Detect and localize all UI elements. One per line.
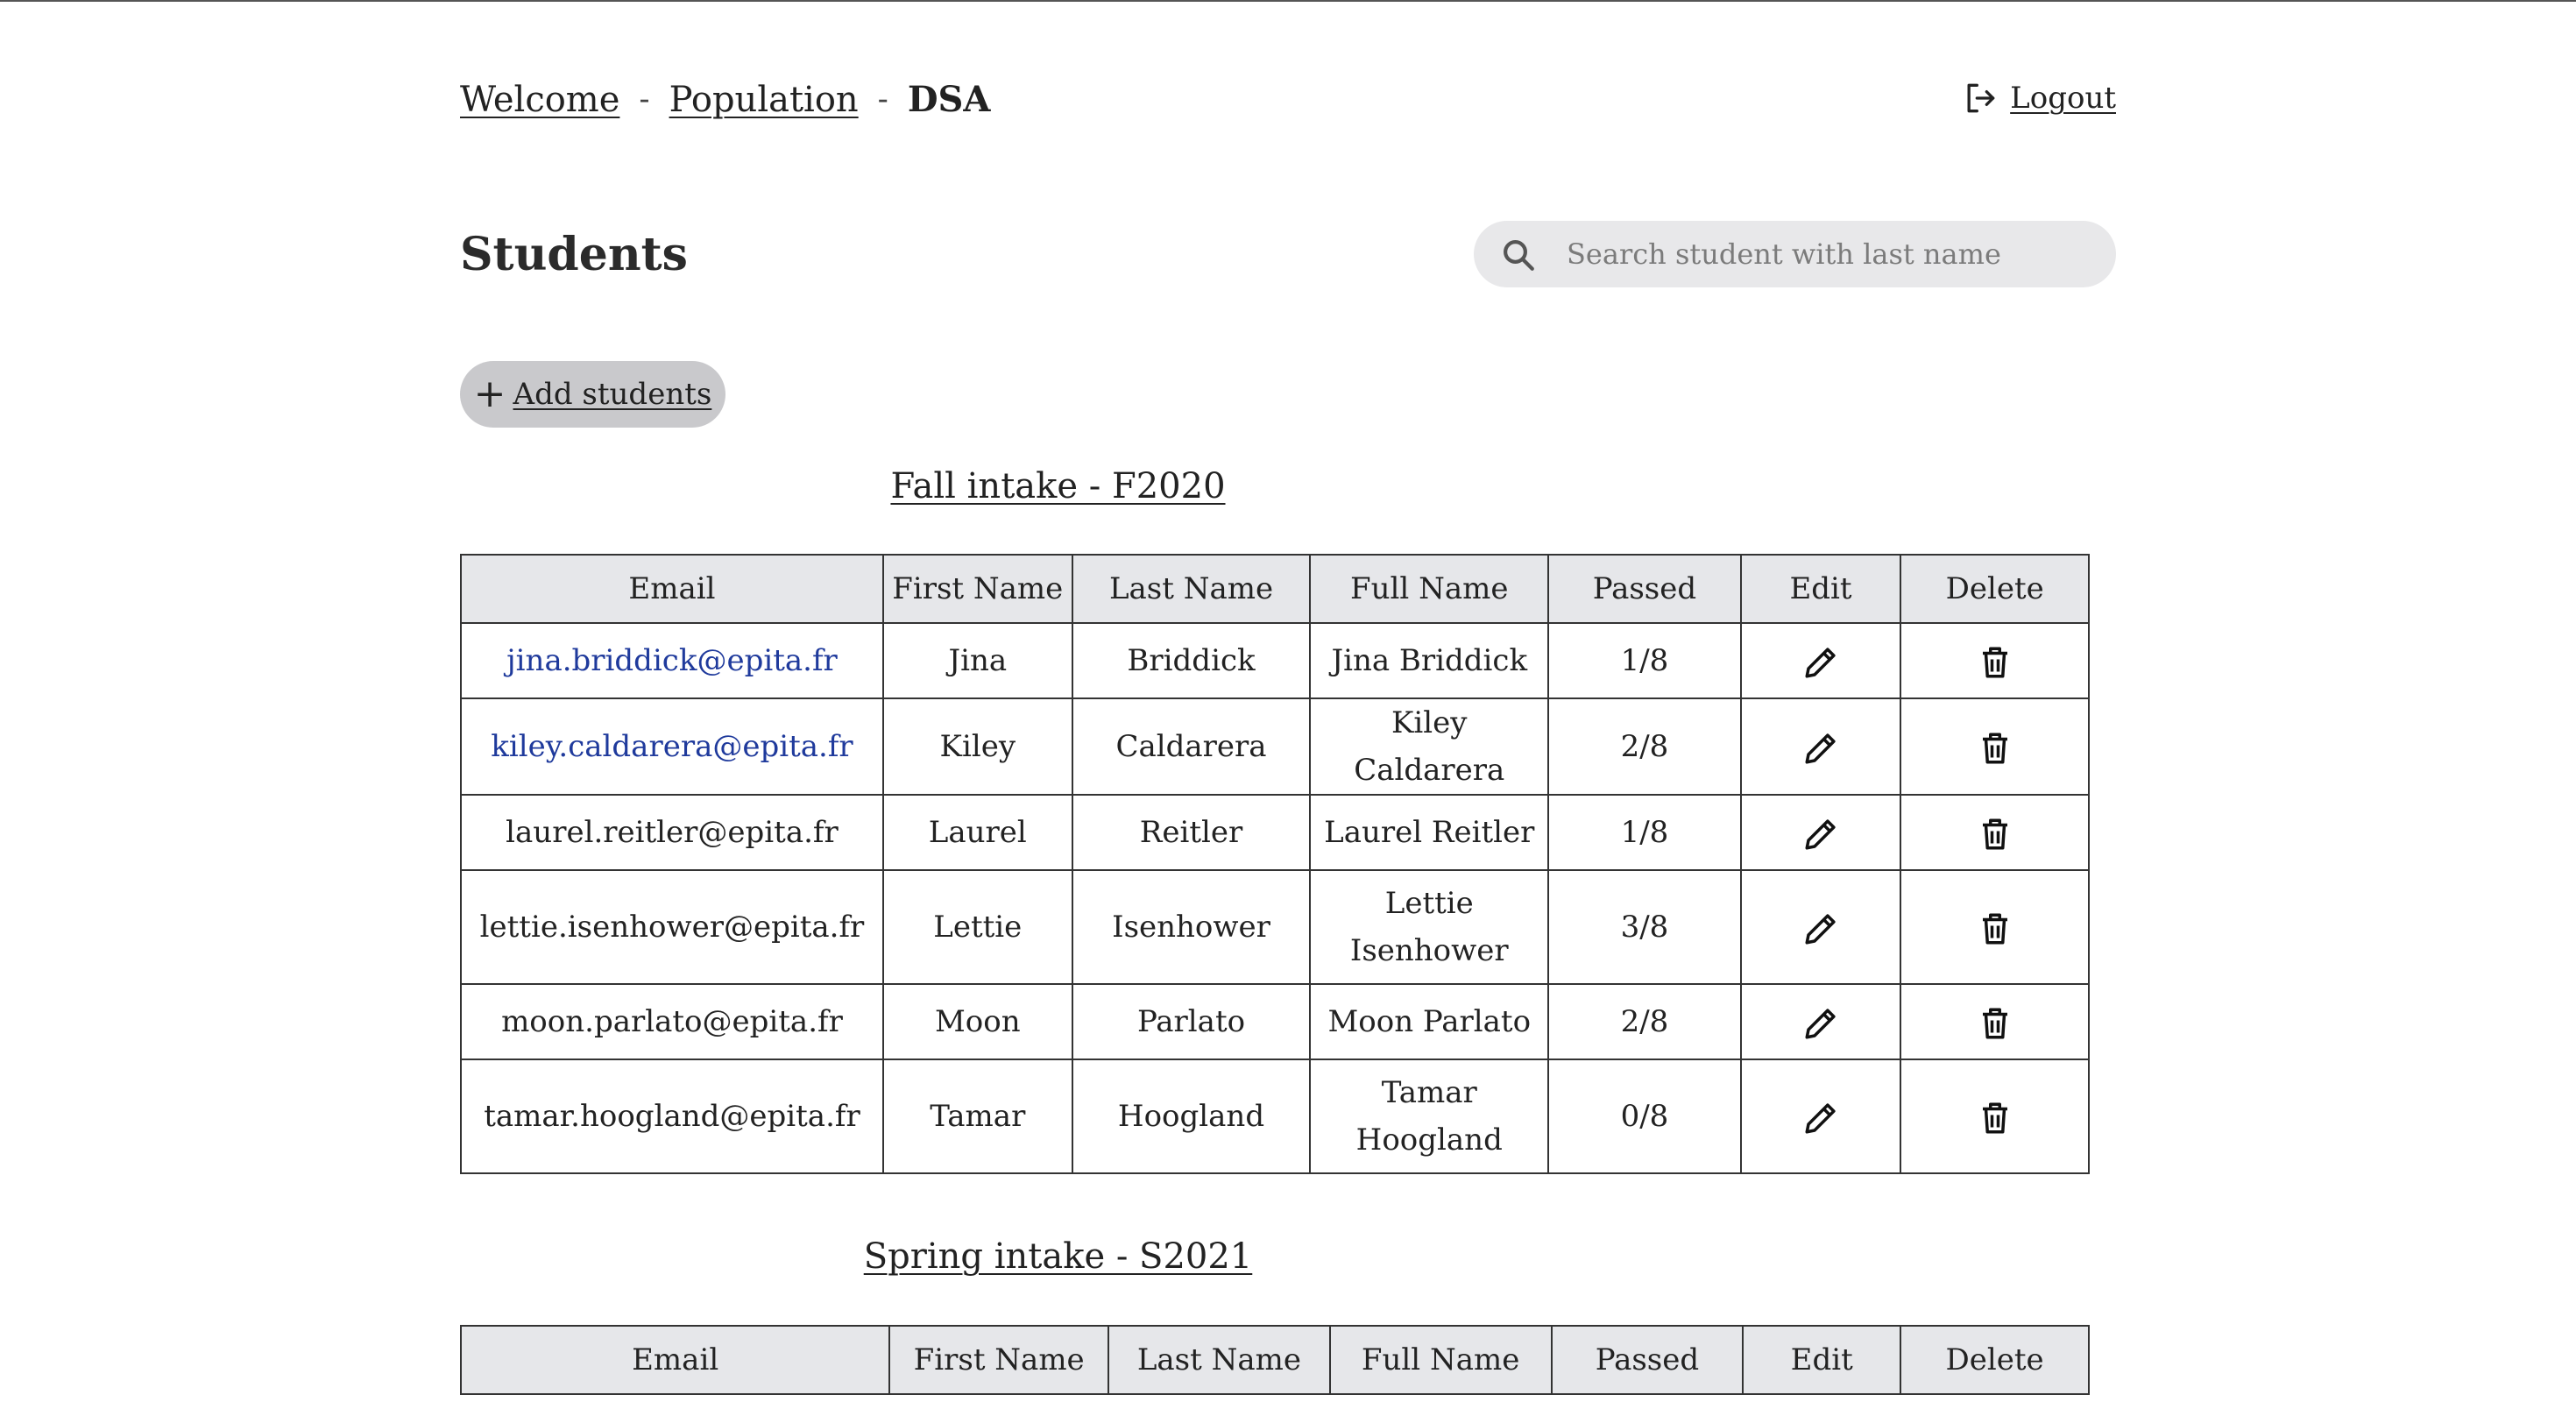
breadcrumb-separator: -: [639, 81, 650, 117]
passed-cell: 2/8: [1547, 983, 1742, 1060]
edit-cell: [1739, 794, 1902, 871]
column-header-last-name: Last Name: [1108, 1325, 1331, 1395]
column-header-first-name: First Name: [888, 1325, 1110, 1395]
breadcrumb: Welcome - Population - DSA: [460, 79, 990, 120]
full-name-cell: Jina Briddick: [1309, 622, 1550, 699]
pencil-icon[interactable]: [1802, 730, 1839, 767]
trash-icon[interactable]: [1977, 910, 2013, 947]
trash-icon[interactable]: [1977, 1005, 2013, 1042]
delete-cell: [1900, 869, 2090, 985]
edit-cell: [1739, 1059, 1902, 1174]
table-header-row: Email First Name Last Name Full Name Pas…: [459, 1325, 2090, 1395]
passed-cell: 2/8: [1547, 697, 1742, 796]
edit-cell: [1739, 983, 1902, 1060]
first-name-cell: Tamar: [881, 1059, 1073, 1174]
first-name-cell: Jina: [881, 622, 1073, 699]
full-name-cell: Tamar Hoogland: [1309, 1059, 1550, 1174]
pencil-icon[interactable]: [1802, 1100, 1839, 1136]
add-students-label: Add students: [513, 377, 712, 412]
table-row: lettie.isenhower@epita.fr Lettie Isenhow…: [460, 869, 2090, 985]
full-name-cell: Lettie Isenhower: [1309, 869, 1550, 985]
passed-cell: 3/8: [1547, 869, 1742, 985]
table-row: laurel.reitler@epita.fr Laurel Reitler L…: [460, 794, 2090, 871]
first-name-cell: Laurel: [881, 794, 1073, 871]
passed-cell: 0/8: [1547, 1059, 1742, 1174]
column-header-delete: Delete: [1900, 1325, 2090, 1395]
breadcrumb-welcome[interactable]: Welcome: [460, 80, 619, 120]
last-name-cell: Hoogland: [1071, 1059, 1312, 1174]
last-name-cell: Isenhower: [1071, 869, 1312, 985]
column-header-delete: Delete: [1900, 554, 2090, 624]
trash-icon[interactable]: [1977, 730, 2013, 767]
pencil-icon[interactable]: [1802, 1005, 1839, 1042]
intake-title-fall[interactable]: Fall intake - F2020: [0, 466, 2116, 506]
add-students-button[interactable]: + Add students: [460, 361, 725, 428]
search-bar: [1474, 221, 2116, 287]
search-icon: [1504, 240, 1534, 271]
trash-icon[interactable]: [1977, 816, 2013, 853]
breadcrumb-population[interactable]: Population: [669, 80, 859, 120]
last-name-cell: Briddick: [1071, 622, 1312, 699]
delete-cell: [1900, 794, 2090, 871]
pencil-icon[interactable]: [1802, 644, 1839, 681]
top-header: Welcome - Population - DSA Logout: [460, 79, 2116, 131]
pencil-icon[interactable]: [1802, 816, 1839, 853]
logout-label: Logout: [2010, 81, 2116, 116]
edit-cell: [1739, 869, 1902, 985]
delete-cell: [1900, 622, 2090, 699]
column-header-email: Email: [460, 554, 884, 624]
search-input[interactable]: [1567, 221, 2092, 287]
pencil-icon[interactable]: [1802, 910, 1839, 947]
column-header-last-name: Last Name: [1071, 554, 1312, 624]
delete-cell: [1900, 697, 2090, 796]
column-header-passed: Passed: [1547, 554, 1742, 624]
table-row: moon.parlato@epita.fr Moon Parlato Moon …: [460, 983, 2090, 1060]
email-cell: moon.parlato@epita.fr: [460, 983, 884, 1060]
table-row: kiley.caldarera@epita.fr Kiley Caldarera…: [460, 697, 2090, 796]
column-header-edit: Edit: [1739, 554, 1902, 624]
column-header-full-name: Full Name: [1328, 1325, 1553, 1395]
full-name-cell: Laurel Reitler: [1309, 794, 1550, 871]
table-header-row: Email First Name Last Name Full Name Pas…: [460, 554, 2090, 624]
trash-icon[interactable]: [1977, 1100, 2013, 1136]
plus-icon: +: [473, 372, 506, 416]
delete-cell: [1900, 1059, 2090, 1174]
logout-link[interactable]: Logout: [1961, 79, 2116, 117]
students-table-fall: Email First Name Last Name Full Name Pas…: [460, 554, 2090, 1174]
last-name-cell: Reitler: [1071, 794, 1312, 871]
column-header-edit: Edit: [1742, 1325, 1902, 1395]
email-cell: laurel.reitler@epita.fr: [460, 794, 884, 871]
email-cell: lettie.isenhower@epita.fr: [460, 869, 884, 985]
breadcrumb-current: DSA: [907, 79, 991, 120]
column-header-email: Email: [459, 1325, 891, 1395]
table-row: tamar.hoogland@epita.fr Tamar Hoogland T…: [460, 1059, 2090, 1174]
table-row: jina.briddick@epita.fr Jina Briddick Jin…: [460, 622, 2090, 699]
first-name-cell: Kiley: [881, 697, 1073, 796]
full-name-cell: Kiley Caldarera: [1309, 697, 1550, 796]
passed-cell: 1/8: [1547, 794, 1742, 871]
page-title: Students: [460, 228, 688, 281]
logout-icon: [1967, 83, 1995, 113]
email-cell[interactable]: kiley.caldarera@epita.fr: [460, 697, 884, 796]
column-header-full-name: Full Name: [1309, 554, 1550, 624]
passed-cell: 1/8: [1547, 622, 1742, 699]
first-name-cell: Lettie: [881, 869, 1073, 985]
full-name-cell: Moon Parlato: [1309, 983, 1550, 1060]
breadcrumb-separator: -: [877, 81, 888, 117]
students-table-spring: Email First Name Last Name Full Name Pas…: [459, 1325, 2090, 1395]
edit-cell: [1739, 622, 1902, 699]
email-cell: tamar.hoogland@epita.fr: [460, 1059, 884, 1174]
intake-title-spring[interactable]: Spring intake - S2021: [0, 1236, 2116, 1277]
email-cell[interactable]: jina.briddick@epita.fr: [460, 622, 884, 699]
trash-icon[interactable]: [1977, 644, 2013, 681]
last-name-cell: Parlato: [1071, 983, 1312, 1060]
column-header-first-name: First Name: [881, 554, 1073, 624]
column-header-passed: Passed: [1550, 1325, 1744, 1395]
last-name-cell: Caldarera: [1071, 697, 1312, 796]
first-name-cell: Moon: [881, 983, 1073, 1060]
edit-cell: [1739, 697, 1902, 796]
delete-cell: [1900, 983, 2090, 1060]
